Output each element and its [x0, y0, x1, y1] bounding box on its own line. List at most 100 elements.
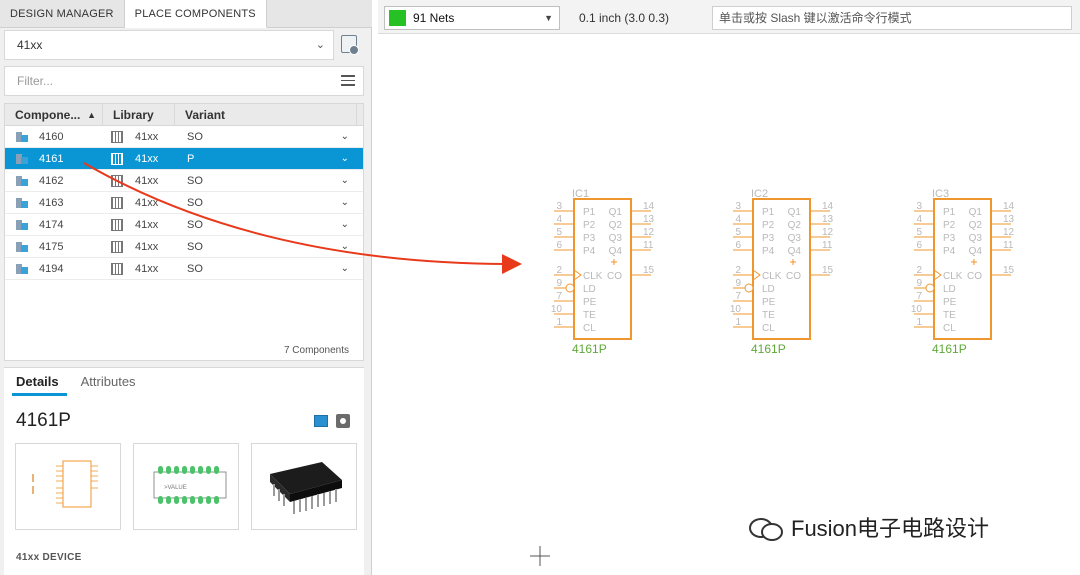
- pin-number: 5: [735, 227, 741, 238]
- device-icon: [15, 131, 29, 143]
- column-header-variant[interactable]: Variant: [175, 104, 357, 125]
- clock-marker: [573, 269, 582, 281]
- variant-cell: SO: [187, 218, 203, 231]
- library-icon: [111, 218, 123, 231]
- pin-number: 15: [822, 265, 834, 276]
- pin-label: Q2: [609, 220, 623, 231]
- ic-value-label: 4161P: [932, 342, 967, 356]
- device-name: 4161P: [16, 410, 71, 431]
- pin-label: LD: [583, 284, 596, 295]
- pin-number: 2: [556, 265, 562, 276]
- schematic-canvas[interactable]: IC1 4161P 3 P1 4 P2 5 P3 6 P4 2 CLK 9 LD 7 PE 10 TE 1 CL 14 Q…: [378, 34, 1080, 575]
- library-manager-icon[interactable]: [341, 35, 359, 55]
- pin-number: 9: [735, 278, 741, 289]
- nets-label: 91 Nets: [413, 11, 455, 25]
- clock-marker: [752, 269, 761, 281]
- components-table: Compone... ▲ Library Variant 4160 41xx SO ⌄…: [4, 103, 364, 361]
- chevron-down-icon: ⌄: [315, 39, 325, 51]
- pin-number: 10: [551, 304, 563, 315]
- ic-ref-label: IC2: [751, 188, 768, 200]
- pin-number: 7: [735, 291, 741, 302]
- tab-place-components[interactable]: PLACE COMPONENTS: [124, 0, 267, 28]
- filter-input[interactable]: Filter...: [4, 66, 364, 96]
- table-row[interactable]: 4175 41xx SO ⌄: [5, 236, 363, 258]
- library-icon: [111, 152, 123, 165]
- expand-chevron-icon[interactable]: ⌄: [341, 153, 349, 164]
- tab-attributes[interactable]: Attributes: [77, 368, 144, 396]
- library-select-value: 41xx: [17, 38, 43, 52]
- table-row[interactable]: 4194 41xx SO ⌄: [5, 258, 363, 280]
- pin-number: 12: [643, 227, 655, 238]
- app-root: DESIGN MANAGER PLACE COMPONENTS 41xx ⌄ F…: [0, 0, 1080, 575]
- device-footer: 41xx DEVICE: [16, 552, 82, 563]
- dropdown-arrow-icon: ▼: [544, 13, 553, 23]
- pin-number: 4: [556, 214, 562, 225]
- pin-label: Q3: [788, 233, 802, 244]
- expand-chevron-icon[interactable]: ⌄: [341, 219, 349, 230]
- variant-cell: SO: [187, 196, 203, 209]
- sort-ascending-icon: ▲: [87, 110, 96, 120]
- library-cell: 41xx: [103, 174, 175, 187]
- pin-number: 6: [916, 240, 922, 251]
- pin-number: 9: [916, 278, 922, 289]
- table-row[interactable]: 4163 41xx SO ⌄: [5, 192, 363, 214]
- pin-label: P1: [943, 207, 956, 218]
- table-row[interactable]: 4162 41xx SO ⌄: [5, 170, 363, 192]
- table-row[interactable]: 4161 41xx P ⌄: [5, 148, 363, 170]
- package-view-icon[interactable]: [314, 415, 328, 427]
- library-icon: [111, 196, 123, 209]
- column-header-component[interactable]: Compone... ▲: [5, 104, 103, 125]
- component-cell: 4162: [5, 175, 103, 187]
- library-cell: 41xx: [103, 130, 175, 143]
- pin-label: Q3: [969, 233, 983, 244]
- column-header-component-label: Compone...: [15, 108, 81, 122]
- expand-chevron-icon[interactable]: ⌄: [341, 197, 349, 208]
- component-cell: 4194: [5, 263, 103, 275]
- tab-details[interactable]: Details: [12, 368, 67, 396]
- pin-label: P4: [583, 246, 596, 257]
- pin-label: CL: [583, 323, 596, 334]
- settings-icon[interactable]: [336, 414, 350, 428]
- footprint-preview[interactable]: >VALUE: [133, 443, 239, 530]
- table-row[interactable]: 4174 41xx SO ⌄: [5, 214, 363, 236]
- expand-chevron-icon[interactable]: ⌄: [341, 241, 349, 252]
- table-row[interactable]: 4160 41xx SO ⌄: [5, 126, 363, 148]
- device-icon: [15, 241, 29, 253]
- expand-chevron-icon[interactable]: ⌄: [341, 263, 349, 274]
- pin-number: 1: [556, 317, 562, 328]
- device-icon: [15, 197, 29, 209]
- component-cell: 4161: [5, 153, 103, 165]
- pin-label: TE: [583, 310, 596, 321]
- command-line-input[interactable]: 单击或按 Slash 键以激活命令行模式: [712, 6, 1072, 30]
- pin-number: 5: [916, 227, 922, 238]
- library-select[interactable]: 41xx ⌄: [4, 30, 334, 60]
- filter-placeholder: Filter...: [17, 74, 54, 88]
- filter-settings-icon[interactable]: [341, 75, 355, 87]
- pin-label: P3: [943, 233, 956, 244]
- pin-number: 2: [916, 265, 922, 276]
- expand-chevron-icon[interactable]: ⌄: [341, 131, 349, 142]
- schematic-svg: IC14161P3P14P25P36P42CLK9LD7PE10TE1CL14Q…: [551, 188, 1015, 356]
- library-cell: 41xx: [103, 218, 175, 231]
- pin-label: Q1: [788, 207, 802, 218]
- pin-label: Q1: [609, 207, 623, 218]
- inversion-bubble: [565, 283, 575, 293]
- pin-number: 2: [735, 265, 741, 276]
- tab-design-manager[interactable]: DESIGN MANAGER: [0, 0, 125, 28]
- nets-select[interactable]: 91 Nets ▼: [384, 6, 560, 30]
- column-header-library[interactable]: Library: [103, 104, 175, 125]
- pin-label: CLK: [943, 271, 963, 282]
- pin-label: Q4: [788, 246, 802, 257]
- 3d-model-preview[interactable]: [251, 443, 357, 530]
- pin-label: P2: [583, 220, 596, 231]
- device-icon: [15, 219, 29, 231]
- pin-number: 12: [1003, 227, 1015, 238]
- pin-label: LD: [943, 284, 956, 295]
- expand-chevron-icon[interactable]: ⌄: [341, 175, 349, 186]
- component-count: 7 Components: [283, 345, 349, 356]
- schematic-preview[interactable]: [15, 443, 121, 530]
- pin-label: P1: [583, 207, 596, 218]
- pin-label: P2: [762, 220, 775, 231]
- component-cell: 4174: [5, 219, 103, 231]
- pin-number: 7: [916, 291, 922, 302]
